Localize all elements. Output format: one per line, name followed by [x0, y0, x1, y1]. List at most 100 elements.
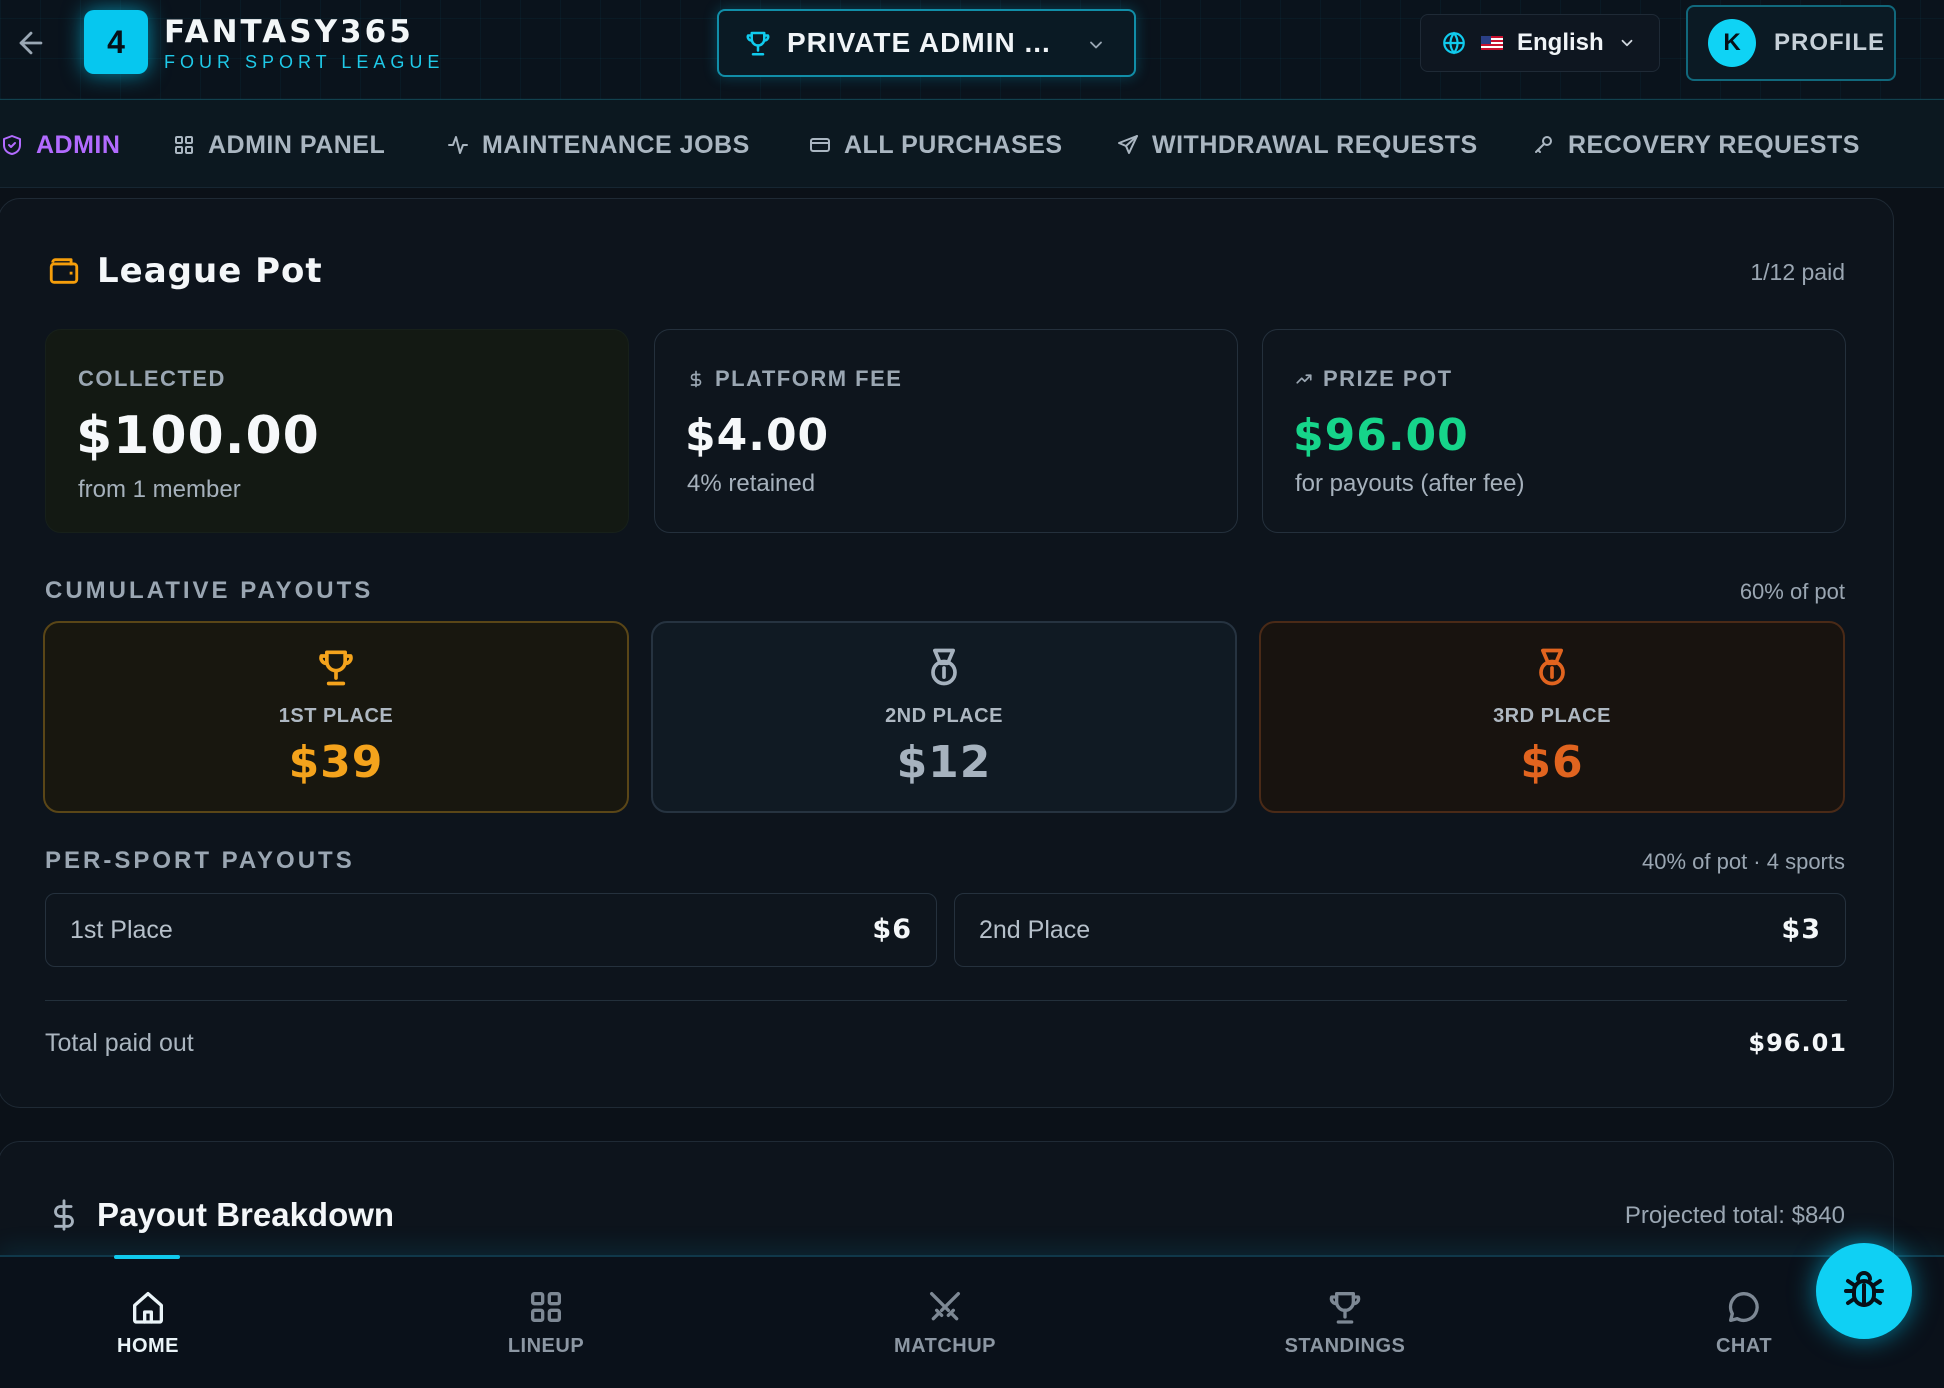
grid-icon [175, 136, 193, 154]
back-arrow-icon[interactable] [14, 26, 48, 60]
nav-recovery-requests-label: RECOVERY REQUESTS [1568, 130, 1860, 159]
per-sport-row-label: 1st Place [70, 916, 173, 944]
tab-home[interactable]: HOME [58, 1255, 238, 1388]
third-place-amount: $6 [1520, 737, 1584, 788]
nav-admin-panel[interactable]: ADMIN PANEL [172, 128, 385, 162]
per-sport-row-amount: $3 [1781, 914, 1821, 945]
collected-label: COLLECTED [78, 366, 226, 391]
tab-home-label: HOME [117, 1335, 179, 1357]
nav-admin-label: ADMIN [36, 130, 121, 159]
first-place-label: 1ST PLACE [278, 705, 394, 727]
divider [45, 1000, 1847, 1001]
platform-fee-label-row: PLATFORM FEE [687, 366, 902, 392]
profile-button[interactable]: K PROFILE [1686, 5, 1896, 81]
platform-fee-value: $4.00 [685, 410, 830, 461]
trending-up-icon [1296, 374, 1312, 384]
language-label: English [1517, 29, 1604, 56]
nav-all-purchases[interactable]: ALL PURCHASES [808, 128, 1063, 162]
league-name: PRIVATE ADMIN ... [787, 27, 1051, 58]
league-selector[interactable]: PRIVATE ADMIN ... [717, 9, 1136, 77]
trophy-icon [1329, 1292, 1361, 1324]
bug-icon [1844, 1271, 1884, 1307]
globe-icon [1443, 31, 1465, 55]
per-sport-share: 40% of pot · 4 sports [1642, 849, 1845, 874]
second-place-label: 2ND PLACE [885, 705, 1003, 727]
collected-value: $100.00 [76, 406, 320, 466]
projected-total: Projected total: $840 [1624, 1202, 1845, 1229]
nav-admin[interactable]: ADMIN [0, 128, 120, 162]
payout-breakdown-header: Payout Breakdown [47, 1196, 394, 1234]
per-sport-row-amount: $6 [872, 914, 912, 945]
per-sport-row: 2nd Place $3 [954, 893, 1846, 967]
logo-badge[interactable]: 4 [84, 10, 148, 74]
collected-note: from 1 member [78, 476, 241, 503]
tab-lineup-label: LINEUP [507, 1335, 585, 1357]
prize-pot-note: for payouts (after fee) [1295, 470, 1525, 497]
top-header: 4 FANTASY365 FOUR SPORT LEAGUE PRIVATE A… [0, 0, 1944, 100]
prize-pot-value: $96.00 [1293, 410, 1469, 461]
profile-label: PROFILE [1774, 29, 1886, 56]
language-selector[interactable]: English [1420, 14, 1660, 72]
prize-pot-stat: PRIZE POT $96.00 for payouts (after fee) [1262, 329, 1846, 533]
tab-standings-label: STANDINGS [1284, 1335, 1406, 1357]
chevron-down-icon [1621, 39, 1633, 47]
platform-fee-stat: PLATFORM FEE $4.00 4% retained [654, 329, 1238, 533]
league-pot-header: League Pot [47, 251, 323, 291]
medal-icon [1539, 648, 1565, 686]
brand-title: FANTASY365 [164, 14, 414, 50]
platform-fee-label: PLATFORM FEE [715, 366, 903, 391]
first-place-card: 1ST PLACE $39 [43, 621, 629, 813]
tab-chat-label: CHAT [1715, 1335, 1773, 1357]
nav-admin-panel-label: ADMIN PANEL [208, 130, 386, 159]
tab-lineup[interactable]: LINEUP [456, 1257, 636, 1388]
per-sport-row-label: 2nd Place [979, 916, 1091, 944]
tab-matchup-label: MATCHUP [893, 1335, 996, 1357]
dollar-icon [54, 1199, 74, 1231]
wallet-icon [49, 258, 79, 284]
tab-chat[interactable]: CHAT [1654, 1257, 1834, 1388]
credit-card-icon [810, 138, 830, 152]
home-icon [133, 1292, 163, 1324]
league-pot-card: League Pot 1/12 paid COLLECTED $100.00 f… [0, 198, 1894, 1108]
bug-report-button[interactable] [1816, 1243, 1912, 1339]
platform-fee-note: 4% retained [687, 470, 816, 497]
brand-subtitle: FOUR SPORT LEAGUE [164, 52, 445, 72]
cumulative-payouts-label: CUMULATIVE PAYOUTS [45, 577, 374, 604]
cumulative-share: 60% of pot [1739, 579, 1845, 604]
second-place-amount: $12 [896, 737, 992, 788]
nav-recovery-requests[interactable]: RECOVERY REQUESTS [1532, 128, 1860, 162]
nav-withdrawal-requests[interactable]: WITHDRAWAL REQUESTS [1116, 128, 1478, 162]
per-sport-row: 1st Place $6 [45, 893, 937, 967]
trophy-icon [319, 650, 353, 686]
total-paid-value: $96.01 [1748, 1029, 1847, 1057]
prize-pot-label: PRIZE POT [1323, 366, 1453, 391]
paid-status: 1/12 paid [1750, 259, 1845, 285]
grid-icon [531, 1292, 561, 1322]
league-pot-title: League Pot [97, 251, 323, 291]
key-icon [1535, 136, 1552, 153]
chevron-down-icon [1090, 41, 1102, 49]
total-paid-label: Total paid out [45, 1029, 194, 1057]
third-place-label: 3RD PLACE [1493, 705, 1611, 727]
payout-breakdown-title: Payout Breakdown [97, 1196, 395, 1233]
prize-pot-label-row: PRIZE POT [1295, 366, 1453, 392]
activity-icon [448, 136, 468, 154]
chat-icon [1728, 1291, 1759, 1322]
avatar: K [1708, 19, 1756, 67]
shield-icon [3, 135, 21, 155]
nav-maintenance-jobs-label: MAINTENANCE JOBS [482, 130, 750, 159]
nav-maintenance-jobs[interactable]: MAINTENANCE JOBS [446, 128, 750, 162]
bottom-nav: HOME LINEUP MATCHUP STANDINGS CHAT [0, 1255, 1944, 1388]
tab-standings[interactable]: STANDINGS [1255, 1257, 1435, 1388]
trophy-icon [746, 31, 770, 56]
nav-withdrawal-requests-label: WITHDRAWAL REQUESTS [1152, 130, 1478, 159]
collected-stat: COLLECTED $100.00 from 1 member [45, 329, 629, 533]
send-icon [1118, 135, 1138, 154]
per-sport-payouts-label: PER-SPORT PAYOUTS [45, 847, 355, 874]
swords-icon [930, 1292, 960, 1321]
us-flag-icon [1481, 36, 1503, 50]
first-place-amount: $39 [288, 737, 384, 788]
tab-matchup[interactable]: MATCHUP [855, 1257, 1035, 1388]
nav-all-purchases-label: ALL PURCHASES [844, 130, 1063, 159]
second-place-card: 2ND PLACE $12 [651, 621, 1237, 813]
